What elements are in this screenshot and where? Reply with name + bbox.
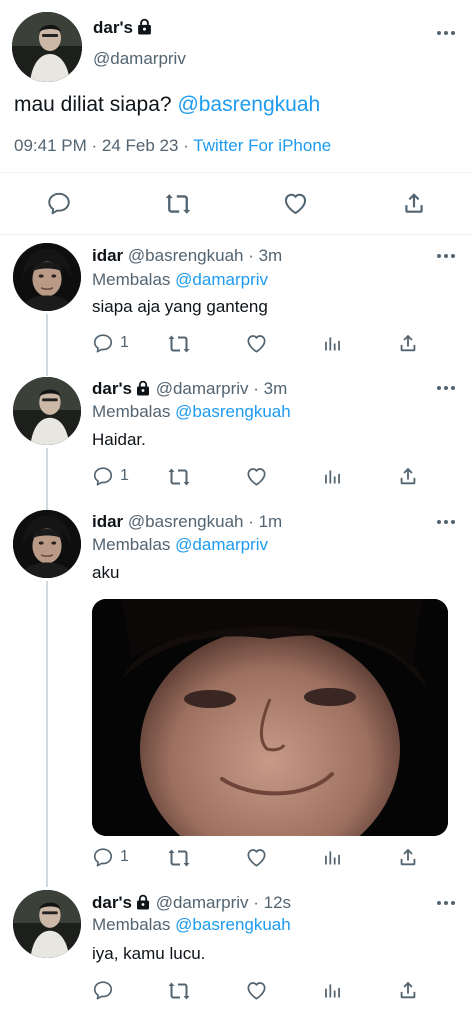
retweet-button[interactable] [167,465,191,489]
retweet-button[interactable] [164,190,192,218]
retweet-icon [167,465,191,489]
reply-button[interactable]: 1 [92,846,129,868]
thread-line [46,581,48,887]
views-button[interactable] [322,847,343,868]
share-button[interactable] [401,190,427,216]
reply-icon [92,846,114,868]
views-button[interactable] [322,333,343,354]
like-icon [245,332,268,355]
divider [0,172,474,173]
views-button[interactable] [322,466,343,487]
reply-text: siapa aja yang ganteng [92,297,268,316]
avatar[interactable] [13,243,81,311]
avatar[interactable] [13,377,81,445]
retweet-button[interactable] [167,846,191,870]
reply-text: iya, kamu lucu. [92,944,206,963]
reply-header: dar's @damarpriv · 12s [92,893,292,912]
retweet-icon [164,190,192,218]
like-icon [245,465,268,488]
tweet-meta: 09:41 PM · 24 Feb 23 · Twitter For iPhon… [14,136,332,155]
thread-line [46,314,48,376]
thread-line [46,448,48,510]
lock-icon [135,380,151,396]
reply-count: 1 [120,848,129,865]
source-link[interactable]: Twitter For iPhone [193,136,331,155]
share-icon [401,190,427,216]
avatar[interactable] [13,890,81,958]
share-button[interactable] [397,979,419,1001]
share-icon [397,979,419,1001]
like-button[interactable] [245,846,268,869]
more-icon[interactable] [437,901,457,907]
retweet-icon [167,332,191,356]
more-icon[interactable] [437,254,457,260]
like-button[interactable] [245,465,268,488]
like-button[interactable] [245,332,268,355]
retweet-icon [167,846,191,870]
avatar[interactable] [12,12,82,82]
avatar[interactable] [13,510,81,578]
like-button[interactable] [282,190,309,217]
reply-header: dar's @damarpriv · 3m [92,379,288,398]
divider [0,234,474,235]
views-icon [322,847,343,868]
more-icon[interactable] [437,31,457,37]
reply-icon [46,190,72,216]
replying-to: Membalas @damarpriv [92,270,268,289]
author-handle[interactable]: @damarpriv [93,49,186,69]
reply-button[interactable] [92,979,114,1001]
lock-icon [136,18,153,35]
views-icon [322,980,343,1001]
replying-to: Membalas @basrengkuah [92,915,291,934]
replying-to: Membalas @damarpriv [92,535,268,554]
reply-icon [92,332,114,354]
share-icon [397,332,419,354]
like-icon [245,846,268,869]
reply-button[interactable]: 1 [92,465,129,487]
retweet-button[interactable] [167,332,191,356]
replying-to: Membalas @basrengkuah [92,402,291,421]
retweet-button[interactable] [167,979,191,1003]
views-icon [322,333,343,354]
like-icon [282,190,309,217]
like-button[interactable] [245,979,268,1002]
share-icon [397,465,419,487]
reply-header: idar @basrengkuah · 1m [92,512,283,531]
share-button[interactable] [397,332,419,354]
reply-header: idar @basrengkuah · 3m [92,246,283,265]
share-icon [397,846,419,868]
reply-count: 1 [120,467,129,484]
more-icon[interactable] [437,520,457,526]
share-button[interactable] [397,846,419,868]
reply-icon [92,979,114,1001]
lock-icon [135,894,151,910]
tweet-text: mau diliat siapa? @basrengkuah [14,93,321,116]
reply-button[interactable]: 1 [92,332,129,354]
retweet-icon [167,979,191,1003]
share-button[interactable] [397,465,419,487]
views-button[interactable] [322,980,343,1001]
attached-photo[interactable] [92,599,448,836]
like-icon [245,979,268,1002]
author-name[interactable]: dar's [93,18,153,38]
reply-count: 1 [120,334,129,351]
more-icon[interactable] [437,386,457,392]
reply-text: Haidar. [92,430,146,449]
mention-link[interactable]: @basrengkuah [177,93,320,116]
views-icon [322,466,343,487]
reply-button[interactable] [46,190,72,216]
reply-icon [92,465,114,487]
reply-text: aku [92,563,120,582]
